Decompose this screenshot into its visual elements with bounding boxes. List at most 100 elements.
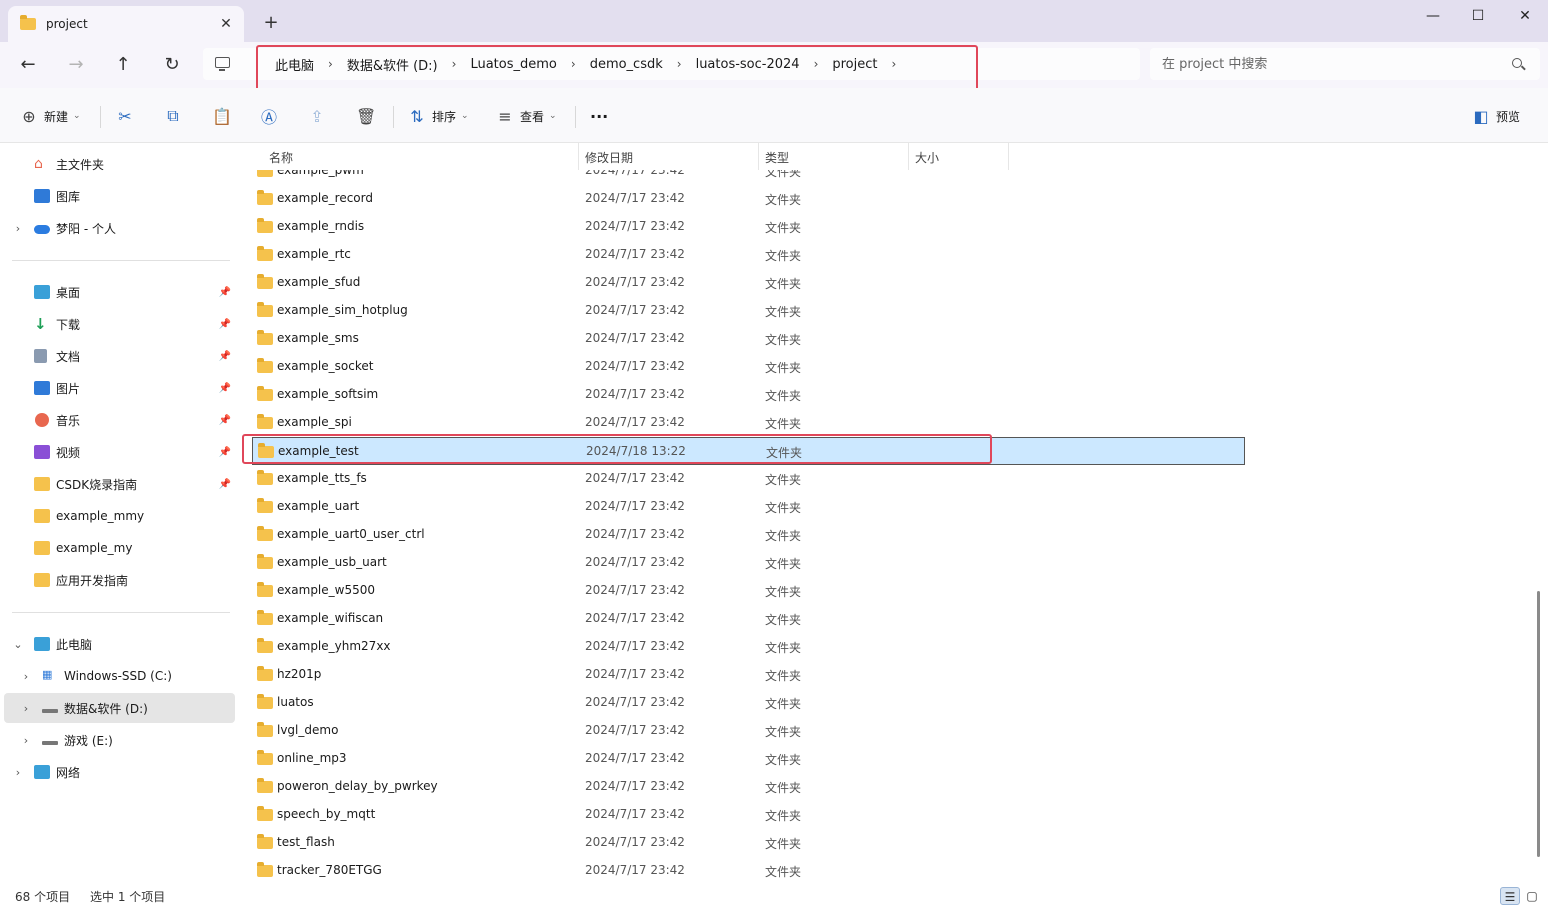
- table-row[interactable]: hz201p 2024/7/17 23:42 文件夹: [244, 661, 1244, 689]
- chevron-right-icon[interactable]: ›: [12, 222, 24, 235]
- view-button[interactable]: ≡ 查看 ⌄: [496, 104, 556, 128]
- table-row[interactable]: example_wifiscan 2024/7/17 23:42 文件夹: [244, 605, 1244, 633]
- paste-button[interactable]: 📋: [212, 104, 236, 128]
- back-button[interactable]: ←: [13, 52, 43, 78]
- vertical-scrollbar[interactable]: [1536, 143, 1546, 885]
- sidebar-item-example-mmy[interactable]: example_mmy: [4, 501, 235, 531]
- new-button[interactable]: ⊕ 新建 ⌄: [20, 104, 80, 128]
- column-resize-handle[interactable]: [758, 143, 759, 170]
- search-box[interactable]: [1150, 48, 1540, 80]
- table-row[interactable]: example_softsim 2024/7/17 23:42 文件夹: [244, 381, 1244, 409]
- sidebar-item-gallery[interactable]: 图库: [4, 181, 235, 211]
- copy-button[interactable]: ⧉: [164, 104, 188, 128]
- scrollbar-thumb[interactable]: [1537, 591, 1540, 857]
- table-row[interactable]: luatos 2024/7/17 23:42 文件夹: [244, 689, 1244, 717]
- table-row[interactable]: online_mp3 2024/7/17 23:42 文件夹: [244, 745, 1244, 773]
- cut-button[interactable]: ✂: [116, 104, 140, 128]
- table-row[interactable]: example_socket 2024/7/17 23:42 文件夹: [244, 353, 1244, 381]
- column-header-type[interactable]: 类型: [765, 149, 789, 166]
- file-date: 2024/7/17 23:42: [585, 247, 685, 261]
- sidebar-item-music[interactable]: 音乐 📌: [4, 405, 235, 435]
- up-button[interactable]: ↑: [108, 52, 138, 78]
- table-row[interactable]: example_sms 2024/7/17 23:42 文件夹: [244, 325, 1244, 353]
- chevron-right-icon[interactable]: ›: [20, 734, 32, 747]
- pin-icon[interactable]: 📌: [219, 351, 231, 362]
- sidebar-item-videos[interactable]: 视频 📌: [4, 437, 235, 467]
- delete-button[interactable]: 🗑: [356, 104, 380, 128]
- table-row[interactable]: example_uart 2024/7/17 23:42 文件夹: [244, 493, 1244, 521]
- rename-button[interactable]: Ⓐ: [260, 104, 284, 128]
- sidebar-item-downloads[interactable]: ↓ 下载 📌: [4, 309, 235, 339]
- sidebar-item-csdk-guide[interactable]: CSDK烧录指南 📌: [4, 469, 235, 499]
- pin-icon[interactable]: 📌: [219, 415, 231, 426]
- sidebar-item-app-dev-guide[interactable]: 应用开发指南: [4, 565, 235, 595]
- table-row[interactable]: speech_by_mqtt 2024/7/17 23:42 文件夹: [244, 801, 1244, 829]
- table-row[interactable]: example_usb_uart 2024/7/17 23:42 文件夹: [244, 549, 1244, 577]
- sidebar-item-drive-e[interactable]: › 游戏 (E:): [4, 725, 235, 755]
- chevron-down-icon[interactable]: ⌄: [12, 638, 24, 651]
- close-window-button[interactable]: ✕: [1502, 4, 1548, 28]
- chevron-right-icon[interactable]: ›: [20, 702, 32, 715]
- file-name: example_wifiscan: [277, 611, 384, 625]
- pin-icon[interactable]: 📌: [219, 383, 231, 394]
- sidebar-item-label: 文档: [56, 349, 81, 364]
- sidebar-item-network[interactable]: › 网络: [4, 757, 235, 787]
- share-button[interactable]: ⇪: [308, 104, 332, 128]
- sort-button[interactable]: ⇅ 排序 ⌄: [408, 104, 469, 128]
- title-bar: project ✕ + — ☐ ✕: [0, 0, 1548, 42]
- search-input[interactable]: [1162, 54, 1502, 74]
- column-resize-handle[interactable]: [578, 143, 579, 170]
- tab-project[interactable]: project ✕: [8, 6, 244, 42]
- sidebar-item-example-my[interactable]: example_my: [4, 533, 235, 563]
- pin-icon[interactable]: 📌: [219, 287, 231, 298]
- table-row[interactable]: example_tts_fs 2024/7/17 23:42 文件夹: [244, 465, 1244, 493]
- file-type: 文件夹: [765, 781, 802, 795]
- forward-button[interactable]: →: [61, 52, 91, 78]
- videos-icon: [34, 445, 50, 459]
- minimize-button[interactable]: —: [1410, 4, 1456, 28]
- table-row[interactable]: example_sim_hotplug 2024/7/17 23:42 文件夹: [244, 297, 1244, 325]
- sidebar-item-drive-d[interactable]: › 数据&软件 (D:): [4, 693, 235, 723]
- table-row[interactable]: example_spi 2024/7/17 23:42 文件夹: [244, 409, 1244, 437]
- refresh-button[interactable]: ↻: [157, 52, 187, 78]
- table-row[interactable]: test_flash 2024/7/17 23:42 文件夹: [244, 829, 1244, 857]
- pin-icon[interactable]: 📌: [219, 447, 231, 458]
- sidebar-item-documents[interactable]: 文档 📌: [4, 341, 235, 371]
- sidebar-item-onedrive[interactable]: › 梦阳 - 个人: [4, 213, 235, 243]
- column-header-size[interactable]: 大小: [915, 149, 939, 166]
- pin-icon[interactable]: 📌: [219, 319, 231, 330]
- pin-icon[interactable]: 📌: [219, 479, 231, 490]
- chevron-down-icon: ⌄: [461, 111, 469, 121]
- sidebar-item-drive-c[interactable]: › ▦ Windows-SSD (C:): [4, 661, 235, 691]
- table-row[interactable]: lvgl_demo 2024/7/17 23:42 文件夹: [244, 717, 1244, 745]
- maximize-button[interactable]: ☐: [1455, 4, 1501, 28]
- sidebar-item-this-pc[interactable]: ⌄ 此电脑: [4, 629, 235, 659]
- preview-pane-button[interactable]: ◧ 预览: [1472, 104, 1520, 128]
- details-view-button[interactable]: ☰: [1500, 887, 1520, 905]
- sidebar-item-pictures[interactable]: 图片 📌: [4, 373, 235, 403]
- column-header-date[interactable]: 修改日期: [585, 149, 633, 166]
- table-row[interactable]: example_record 2024/7/17 23:42 文件夹: [244, 185, 1244, 213]
- more-options-button[interactable]: ···: [590, 104, 608, 128]
- navigation-pane: ⌂ 主文件夹 图库 › 梦阳 - 个人 桌面 📌 ↓ 下载 📌 文档 📌 图片 …: [0, 143, 240, 885]
- table-row[interactable]: example_w5500 2024/7/17 23:42 文件夹: [244, 577, 1244, 605]
- column-header-name[interactable]: 名称: [269, 149, 293, 166]
- table-row[interactable]: poweron_delay_by_pwrkey 2024/7/17 23:42 文件…: [244, 773, 1244, 801]
- column-resize-handle[interactable]: [908, 143, 909, 170]
- tiles-view-button[interactable]: ▢: [1522, 887, 1542, 905]
- table-row[interactable]: example_rtc 2024/7/17 23:42 文件夹: [244, 241, 1244, 269]
- chevron-right-icon[interactable]: ›: [12, 766, 24, 779]
- table-row[interactable]: example_sfud 2024/7/17 23:42 文件夹: [244, 269, 1244, 297]
- tab-close-button[interactable]: ✕: [216, 14, 236, 34]
- table-row[interactable]: example_uart0_user_ctrl 2024/7/17 23:42 文件…: [244, 521, 1244, 549]
- table-row[interactable]: example_rndis 2024/7/17 23:42 文件夹: [244, 213, 1244, 241]
- new-tab-button[interactable]: +: [260, 12, 282, 34]
- chevron-right-icon[interactable]: ›: [20, 670, 32, 683]
- sidebar-item-label: 下载: [56, 317, 81, 332]
- column-resize-handle[interactable]: [1008, 143, 1009, 170]
- table-row[interactable]: tracker_780ETGG 2024/7/17 23:42 文件夹: [244, 857, 1244, 885]
- sidebar-item-desktop[interactable]: 桌面 📌: [4, 277, 235, 307]
- table-row[interactable]: example_yhm27xx 2024/7/17 23:42 文件夹: [244, 633, 1244, 661]
- search-icon[interactable]: [1512, 58, 1522, 68]
- sidebar-item-home[interactable]: ⌂ 主文件夹: [4, 149, 235, 179]
